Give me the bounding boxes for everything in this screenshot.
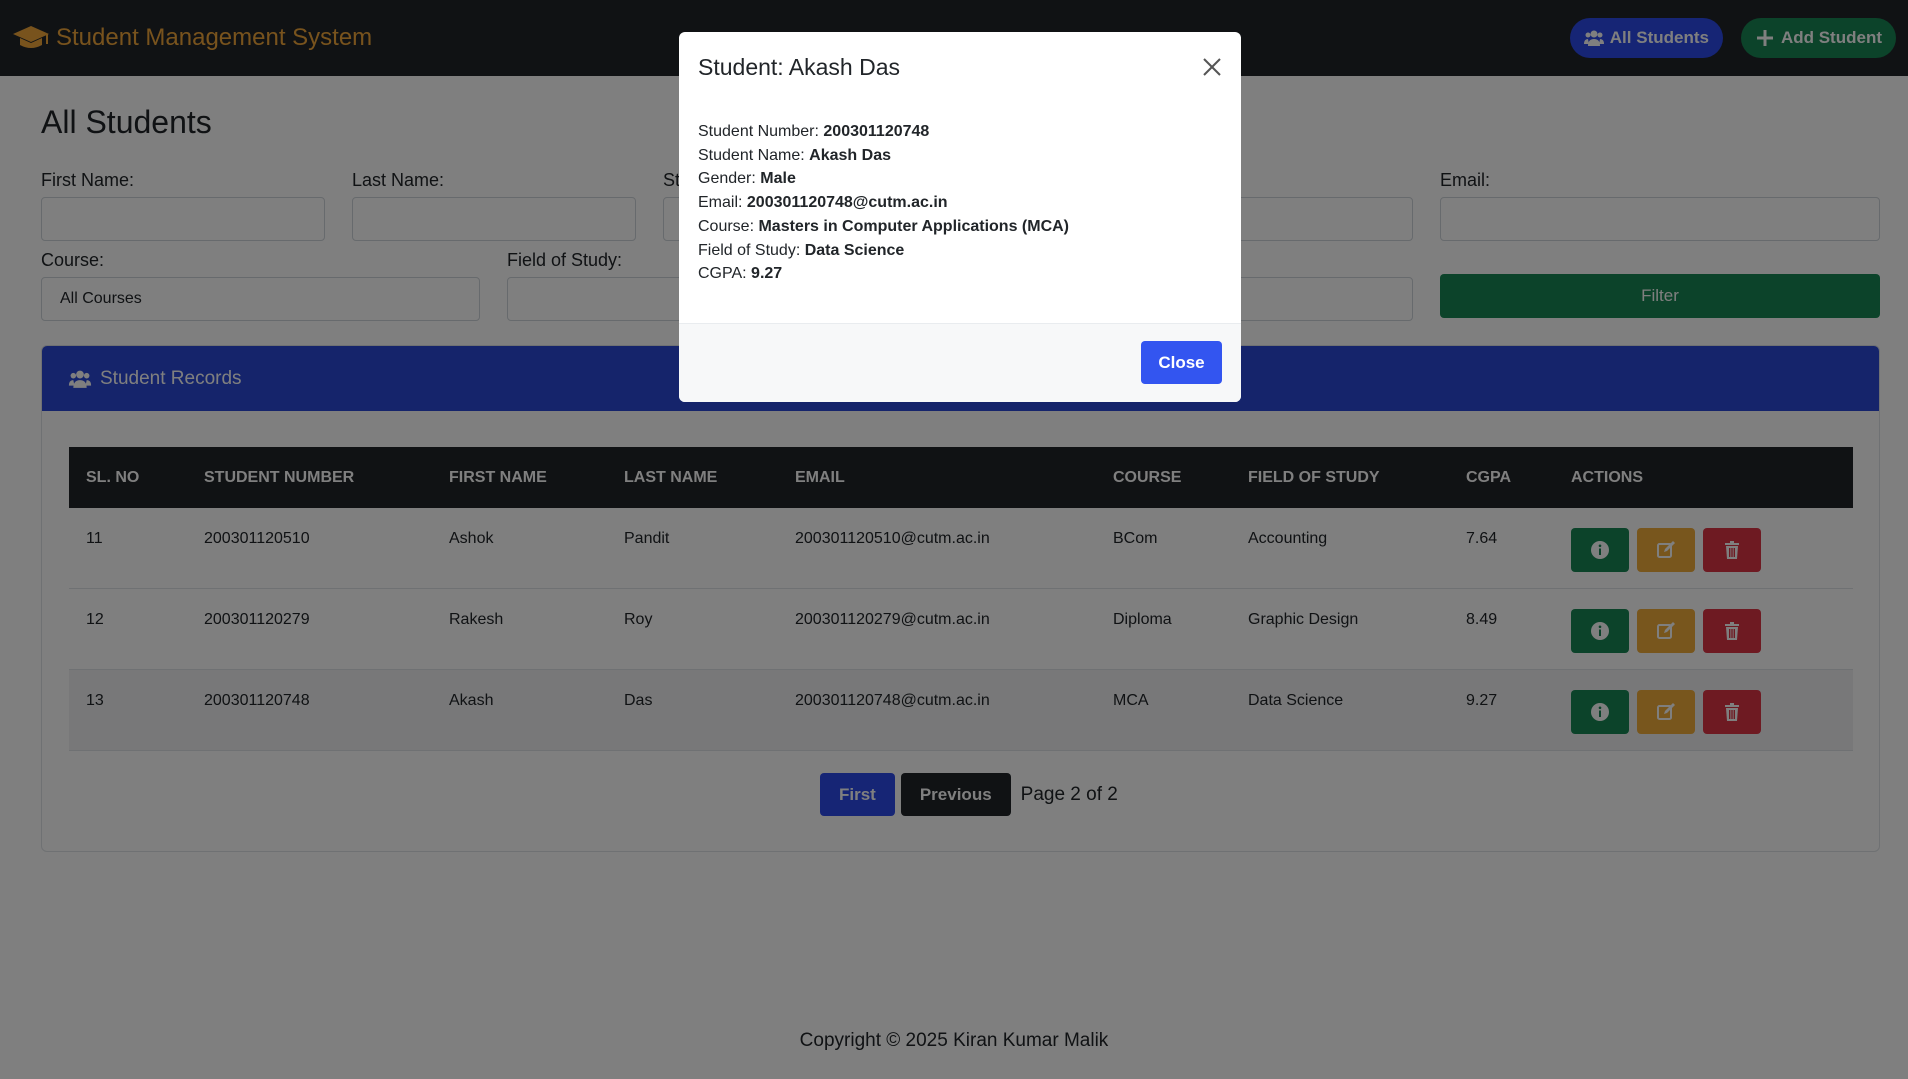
- detail-value: Masters in Computer Applications (MCA): [758, 217, 1070, 235]
- detail-value: Male: [760, 170, 796, 188]
- modal-body: Student Number: 200301120748 Student Name…: [698, 120, 1069, 286]
- student-details-modal: Student: Akash Das Student Number: 20030…: [679, 32, 1241, 402]
- detail-label: CGPA:: [698, 265, 752, 283]
- detail-line: Course: Masters in Computer Applications…: [698, 215, 1069, 239]
- detail-label: Student Number:: [698, 123, 824, 140]
- detail-label: Student Name:: [698, 146, 810, 164]
- detail-line: Student Name: Akash Das: [698, 144, 1069, 168]
- detail-line: Email: 200301120748@cutm.ac.in: [698, 191, 1069, 215]
- detail-line: CGPA: 9.27: [698, 262, 1069, 286]
- detail-label: Field of Study:: [698, 241, 805, 259]
- modal-title: Student: Akash Das: [698, 54, 901, 80]
- detail-value: Akash Das: [809, 146, 891, 164]
- detail-value: 200301120748: [823, 123, 930, 140]
- close-button[interactable]: Close: [1141, 341, 1222, 384]
- modal-footer: Close: [679, 323, 1241, 402]
- detail-label: Email:: [698, 194, 747, 212]
- detail-value: 200301120748@cutm.ac.in: [746, 194, 948, 212]
- detail-line: Gender: Male: [698, 167, 1069, 191]
- detail-label: Course:: [698, 217, 759, 235]
- detail-line: Student Number: 200301120748: [698, 120, 1069, 144]
- detail-label: Gender:: [698, 170, 761, 188]
- close-icon[interactable]: [1201, 56, 1223, 78]
- detail-value: Data Science: [804, 241, 905, 259]
- detail-value: 9.27: [751, 265, 783, 283]
- detail-line: Field of Study: Data Science: [698, 239, 1069, 263]
